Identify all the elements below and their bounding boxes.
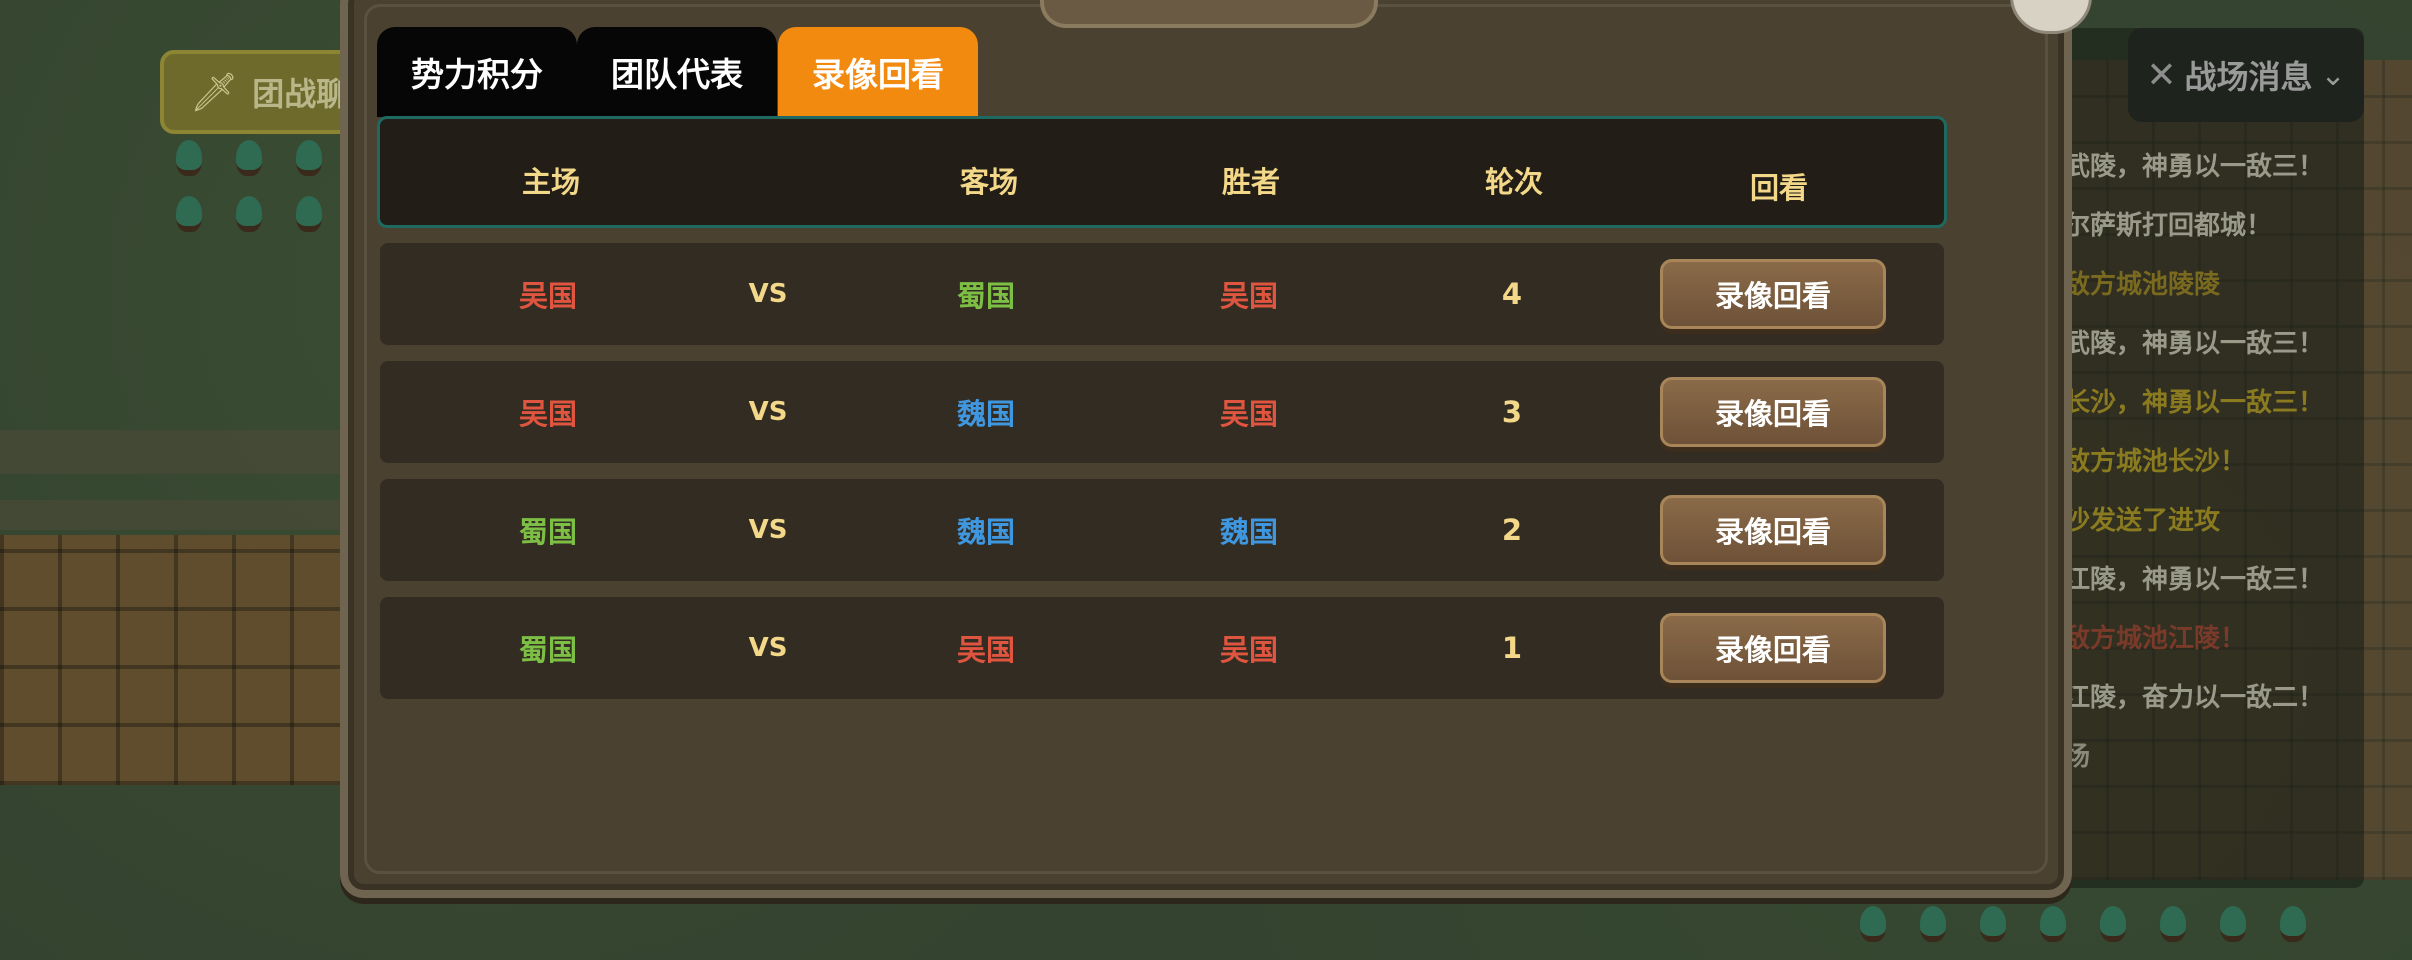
battle-messages-title: 战场消息	[2184, 58, 2313, 96]
replay-button-label: 录像回看	[1714, 279, 1831, 313]
tree	[2280, 906, 2306, 942]
away-faction: 蜀国	[956, 279, 1016, 313]
background-road	[0, 500, 345, 530]
tree	[1980, 906, 2006, 942]
tree	[2220, 906, 2246, 942]
battle-messages-toggle[interactable]: ✕ 战场消息 ⌄	[2128, 28, 2364, 122]
column-header-away: 客场	[959, 165, 1019, 199]
column-header-winner: 胜者	[1221, 165, 1281, 199]
column-header-home: 主场	[521, 165, 581, 199]
tree	[176, 140, 202, 176]
home-faction: 吴国	[518, 397, 578, 431]
tree	[1860, 906, 1886, 942]
tab-label: 录像回看	[812, 55, 944, 94]
battle-message: 沙发送了进攻	[2064, 506, 2221, 536]
replay-button-label: 录像回看	[1714, 515, 1831, 549]
team-battle-label: 团战聊	[252, 75, 349, 113]
battle-message: 武陵，神勇以一敌三！	[2064, 152, 2325, 182]
tab-team-representatives[interactable]: 团队代表	[577, 27, 777, 117]
home-faction: 蜀国	[518, 515, 578, 549]
home-faction: 蜀国	[518, 633, 578, 667]
sword-icon: 🗡	[190, 69, 239, 114]
battle-message: 武陵，神勇以一敌三！	[2064, 329, 2325, 359]
replay-button[interactable]: 录像回看	[1660, 259, 1886, 329]
winner-faction: 吴国	[1219, 397, 1279, 431]
vs-label: VS	[748, 633, 788, 663]
vs-label: VS	[748, 279, 788, 309]
tree	[236, 196, 262, 232]
tree	[2040, 906, 2066, 942]
round-number: 4	[1501, 277, 1523, 311]
table-row: 吴国 VS 蜀国 吴国 4 录像回看	[380, 243, 1944, 345]
round-number: 1	[1501, 631, 1523, 665]
tab-faction-score[interactable]: 势力积分	[377, 27, 577, 117]
away-faction: 魏国	[956, 397, 1016, 431]
table-header: 主场 客场 胜者 轮次 回看	[377, 116, 1947, 228]
replay-button-label: 录像回看	[1714, 397, 1831, 431]
battle-message: 长沙，神勇以一敌三！	[2064, 388, 2325, 418]
replay-button[interactable]: 录像回看	[1660, 377, 1886, 447]
tree	[2100, 906, 2126, 942]
vs-label: VS	[748, 515, 788, 545]
winner-faction: 吴国	[1219, 279, 1279, 313]
column-header-round: 轮次	[1484, 165, 1544, 199]
battle-message: 敌方城池陵陵	[2064, 270, 2221, 300]
crossed-swords-icon: ✕	[2146, 54, 2177, 96]
table-row: 蜀国 VS 魏国 魏国 2 录像回看	[380, 479, 1944, 581]
battle-message: 江陵，奋力以一敌二！	[2064, 683, 2325, 713]
winner-faction: 魏国	[1219, 515, 1279, 549]
tree	[236, 140, 262, 176]
winner-faction: 吴国	[1219, 633, 1279, 667]
tab-label: 势力积分	[411, 55, 543, 94]
replay-button[interactable]: 录像回看	[1660, 613, 1886, 683]
home-faction: 吴国	[518, 279, 578, 313]
dialog-title-plate	[1040, 0, 1378, 28]
away-faction: 吴国	[956, 633, 1016, 667]
tab-replay[interactable]: 录像回看	[778, 27, 978, 117]
farm-field	[0, 535, 345, 785]
away-faction: 魏国	[956, 515, 1016, 549]
round-number: 3	[1501, 395, 1523, 429]
battle-message: 敌方城池江陵！	[2064, 624, 2247, 654]
tab-label: 团队代表	[611, 55, 743, 94]
chevron-down-icon: ⌄	[2320, 57, 2346, 93]
replay-button-label: 录像回看	[1714, 633, 1831, 667]
tree	[296, 140, 322, 176]
tree	[176, 196, 202, 232]
tree	[296, 196, 322, 232]
tree	[2160, 906, 2186, 942]
table-row: 蜀国 VS 吴国 吴国 1 录像回看	[380, 597, 1944, 699]
battle-message: 江陵，神勇以一敌三！	[2064, 565, 2325, 595]
round-number: 2	[1501, 513, 1523, 547]
vs-label: VS	[748, 397, 788, 427]
replay-button[interactable]: 录像回看	[1660, 495, 1886, 565]
table-row: 吴国 VS 魏国 吴国 3 录像回看	[380, 361, 1944, 463]
background-road	[0, 430, 345, 474]
tree	[1920, 906, 1946, 942]
battle-message: 尔萨斯打回都城！	[2064, 211, 2273, 241]
battle-message: 敌方城池长沙！	[2064, 447, 2247, 477]
column-header-replay: 回看	[1749, 171, 1809, 205]
